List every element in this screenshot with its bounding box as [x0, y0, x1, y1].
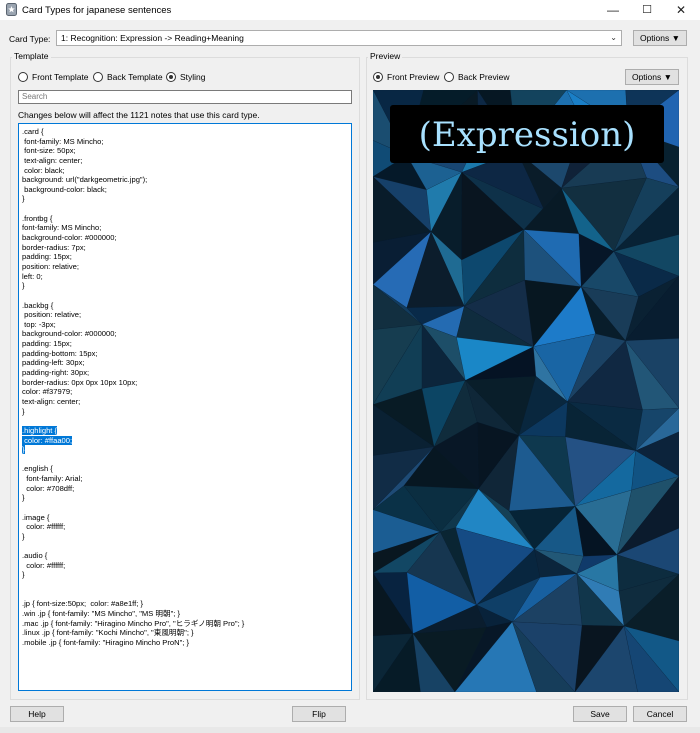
card-type-label: Card Type:	[9, 34, 51, 44]
code-line: text-align: center;	[22, 396, 81, 406]
code-line: .english {	[22, 464, 53, 474]
code-line: color: #ffffff;	[22, 560, 66, 570]
radio-checked-icon	[166, 72, 176, 82]
chevron-down-icon: ⌄	[610, 33, 617, 42]
code-line: background-color: #000000;	[22, 233, 117, 243]
back-template-label: Back Template	[107, 72, 163, 82]
styling-code-editor[interactable]: .card { font-family: MS Mincho; font-siz…	[18, 123, 352, 691]
preview-group-title: Preview	[368, 51, 403, 61]
code-line: }	[22, 281, 25, 291]
back-template-radio[interactable]: Back Template	[93, 71, 163, 83]
front-template-label: Front Template	[32, 72, 89, 82]
front-card-box: (Expression)	[390, 105, 664, 163]
code-line: .highlight {	[22, 425, 58, 435]
radio-circle-icon	[18, 72, 28, 82]
radio-circle-icon	[444, 72, 454, 82]
code-line: background: url("darkgeometric.jpg");	[22, 175, 148, 185]
code-line: padding-bottom: 15px;	[22, 348, 98, 358]
styling-radio[interactable]: Styling	[166, 71, 206, 83]
code-line: color: black;	[22, 165, 65, 175]
anki-app-icon	[6, 3, 17, 16]
code-line: padding: 15px;	[22, 339, 72, 349]
code-line: .image {	[22, 512, 50, 522]
code-line: font-family: MS Mincho;	[22, 223, 102, 233]
search-field[interactable]	[18, 90, 352, 104]
code-line: border-radius: 7px;	[22, 242, 86, 252]
code-line: }	[22, 531, 25, 541]
template-group-title: Template	[12, 51, 51, 61]
card-type-select[interactable]: 1: Recognition: Expression -> Reading+Me…	[56, 30, 622, 46]
code-line: font-family: MS Mincho;	[22, 136, 104, 146]
window-title: Card Types for japanese sentences	[22, 5, 172, 16]
affected-notes-info: Changes below will affect the 1121 notes…	[18, 110, 260, 120]
code-line: position: relative;	[22, 310, 82, 320]
help-button[interactable]: Help	[10, 706, 64, 722]
radio-circle-icon	[93, 72, 103, 82]
title-bar: Card Types for japanese sentences — ☐ ✕	[0, 0, 700, 20]
code-line: padding: 15px;	[22, 252, 72, 262]
cancel-button[interactable]: Cancel	[633, 706, 687, 722]
code-line: }	[22, 406, 25, 416]
code-line: position: relative;	[22, 261, 79, 271]
code-line: color: #ffffff;	[22, 522, 66, 532]
code-line: top: -3px;	[22, 319, 56, 329]
back-preview-label: Back Preview	[458, 72, 510, 82]
code-line: .card {	[22, 127, 44, 136]
card-type-options-button[interactable]: Options ▼	[633, 30, 687, 46]
code-line: .mobile .jp { font-family: "Hiragino Min…	[22, 637, 190, 647]
code-line: color: #ffaa00;	[22, 435, 73, 445]
code-line: padding-left: 30px;	[22, 358, 85, 368]
front-preview-radio[interactable]: Front Preview	[373, 71, 439, 83]
code-line: background-color: #000000;	[22, 329, 117, 339]
preview-options-button[interactable]: Options ▼	[625, 69, 679, 85]
card-preview: (Expression)	[373, 90, 679, 692]
flip-button[interactable]: Flip	[292, 706, 346, 722]
code-line: .frontbg {	[22, 213, 53, 223]
back-preview-radio[interactable]: Back Preview	[444, 71, 510, 83]
code-line: left: 0;	[22, 271, 43, 281]
expression-text: (Expression)	[418, 115, 636, 155]
code-line: background-color: black;	[22, 184, 107, 194]
radio-checked-icon	[373, 72, 383, 82]
code-line: color: #708dff;	[22, 483, 75, 493]
front-preview-label: Front Preview	[387, 72, 440, 82]
code-line: }	[22, 194, 25, 204]
maximize-button[interactable]: ☐	[630, 0, 664, 20]
code-line: text-align: center;	[22, 155, 83, 165]
save-button[interactable]: Save	[573, 706, 627, 722]
code-line: .win .jp { font-family: "MS Mincho", "MS…	[22, 609, 181, 619]
styling-label: Styling	[180, 72, 206, 82]
code-line: font-size: 50px;	[22, 146, 76, 156]
code-line: font-family: Arial;	[22, 474, 83, 484]
card-type-selected-value: 1: Recognition: Expression -> Reading+Me…	[61, 33, 244, 43]
close-button[interactable]: ✕	[664, 0, 698, 20]
code-line: .audio {	[22, 551, 48, 561]
code-line: .linux .jp { font-family: "Kochi Mincho"…	[22, 628, 194, 638]
search-input[interactable]	[22, 92, 351, 101]
front-template-radio[interactable]: Front Template	[18, 71, 89, 83]
code-line: color: #f37979;	[22, 387, 73, 397]
code-line: padding-right: 30px;	[22, 368, 90, 378]
code-line: .jp { font-size:50px; color: #a8e1ff; }	[22, 599, 144, 609]
code-line: }	[22, 570, 25, 580]
code-line: }	[22, 445, 25, 455]
window-bottom-edge	[0, 727, 700, 733]
geometric-background-image	[373, 90, 679, 692]
code-line: }	[22, 493, 25, 503]
code-line: .mac .jp { font-family: "Hiragino Mincho…	[22, 618, 245, 628]
code-line: .backbg {	[22, 300, 54, 310]
minimize-button[interactable]: —	[596, 0, 630, 20]
code-line: border-radius: 0px 0px 10px 10px;	[22, 377, 138, 387]
